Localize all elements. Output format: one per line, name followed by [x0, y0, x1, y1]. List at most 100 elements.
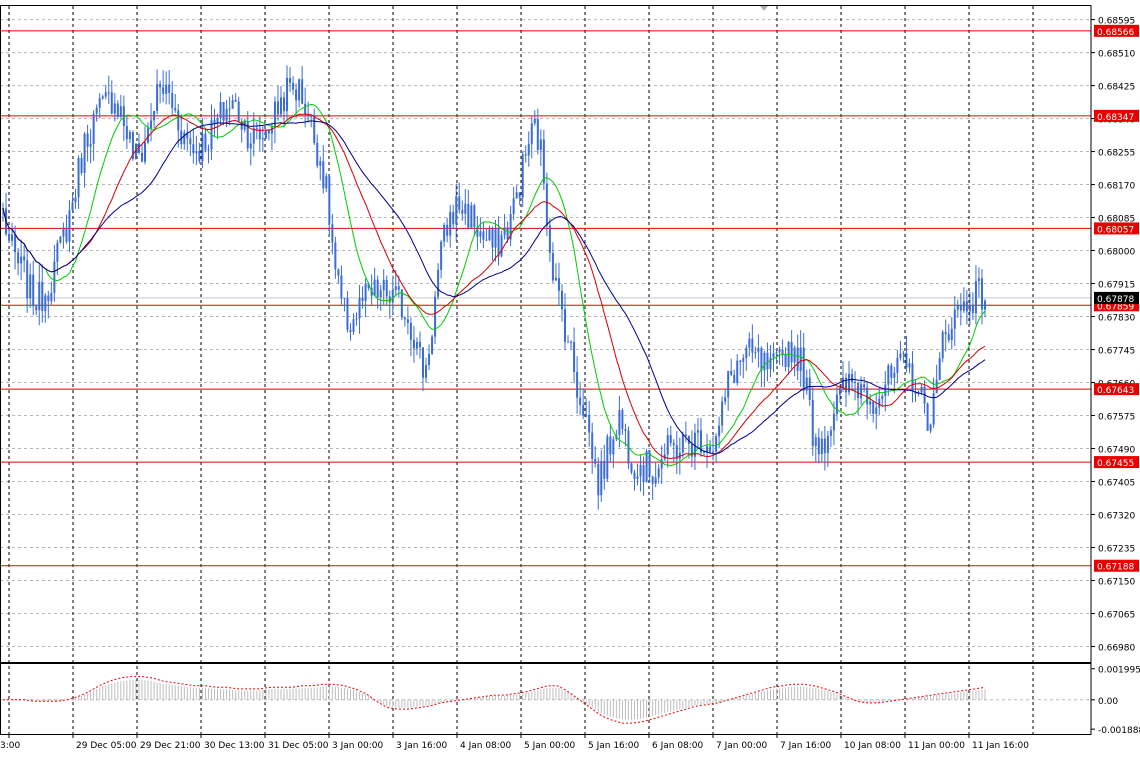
candle-body	[980, 278, 983, 310]
current-price-label: 0.67878	[1097, 295, 1134, 305]
price-tick-label: 0.68170	[1098, 182, 1135, 192]
price-axis: 0.685950.685100.684250.683400.682550.681…	[1091, 17, 1140, 736]
candle-body	[542, 139, 545, 184]
candle-body	[938, 358, 941, 380]
candle-body	[642, 465, 645, 482]
candle-body	[497, 228, 500, 257]
candle-body	[156, 83, 159, 111]
candle-body	[20, 256, 23, 264]
candle-body	[920, 386, 923, 393]
candle-body	[349, 329, 352, 332]
candle-body	[633, 472, 636, 479]
candle-body	[811, 399, 814, 447]
candle-body	[44, 295, 47, 312]
candle-body	[808, 377, 811, 400]
time-tick-label: 7 Jan 16:00	[780, 741, 832, 751]
candle-body	[292, 82, 295, 90]
price-tick-label: 0.67745	[1098, 347, 1135, 357]
candle-body	[896, 357, 899, 373]
candle-body	[908, 363, 911, 368]
candle-body	[835, 394, 838, 414]
candle-body	[826, 435, 829, 454]
candle-body	[757, 347, 760, 352]
candle-body	[929, 424, 932, 431]
level-price-label: 0.67643	[1097, 386, 1134, 396]
candle-body	[95, 107, 98, 114]
candle-body	[59, 236, 62, 243]
time-tick-label: 3:00	[0, 741, 20, 751]
candle-body	[38, 281, 41, 311]
candle-body	[415, 341, 418, 349]
candle-body	[570, 341, 573, 343]
candle-body	[539, 139, 542, 151]
price-tick-label: 0.67235	[1098, 544, 1135, 554]
candle-body	[799, 347, 802, 371]
candle-body	[554, 278, 557, 281]
candle-body	[192, 144, 195, 154]
candle-body	[17, 252, 20, 264]
price-chart[interactable]: 0.685950.685100.684250.683400.682550.681…	[0, 0, 1140, 757]
candle-body	[165, 84, 168, 94]
candle-body	[283, 97, 286, 112]
candle-body	[412, 339, 415, 349]
candle-body	[521, 154, 524, 198]
candle-body	[944, 332, 947, 335]
candle-body	[739, 360, 742, 362]
candle-body	[588, 415, 591, 433]
candle-body	[467, 203, 470, 228]
candle-body	[195, 151, 198, 154]
candle-body	[953, 309, 956, 329]
level-price-label: 0.67455	[1097, 459, 1134, 469]
candle-body	[473, 205, 476, 228]
candle-body	[479, 231, 482, 237]
grid	[0, 6, 1091, 734]
candle-body	[872, 401, 875, 414]
chart-frame	[0, 5, 1092, 735]
candle-body	[391, 290, 394, 303]
candle-body	[527, 143, 530, 156]
candle-body	[409, 322, 412, 340]
candle-body	[174, 107, 177, 111]
candle-body	[140, 152, 143, 162]
candle-body	[319, 161, 322, 166]
candle-body	[255, 128, 258, 130]
candle-body	[984, 300, 986, 310]
candle-body	[709, 446, 712, 452]
candle-body	[264, 129, 267, 139]
candle-body	[464, 203, 467, 214]
candle-body	[869, 401, 872, 405]
candle-body	[373, 279, 376, 296]
candle-body	[573, 342, 576, 372]
price-tick-label: 0.67830	[1098, 314, 1135, 324]
candle-body	[346, 297, 349, 330]
candle-body	[104, 92, 107, 97]
candle-body	[219, 102, 222, 119]
candle-body	[911, 363, 914, 392]
candle-body	[866, 387, 869, 405]
candle-body	[736, 360, 739, 383]
level-price-label: 0.68057	[1097, 225, 1134, 235]
candle-body	[681, 434, 684, 453]
candle-body	[328, 176, 331, 225]
candle-body	[222, 102, 225, 121]
candle-body	[153, 110, 156, 121]
candle-body	[189, 138, 192, 145]
osc-tick-label: 0.00	[1098, 697, 1118, 707]
time-tick-label: 5 Jan 00:00	[524, 741, 576, 751]
level-price-label: 0.68566	[1097, 28, 1134, 38]
candle-body	[494, 228, 497, 248]
candle-body	[295, 89, 298, 101]
candle-body	[947, 334, 950, 341]
candle-body	[515, 192, 518, 199]
candle-body	[603, 461, 606, 479]
time-axis: 3:00 29 Dec 05:00 29 Dec 21:00 30 Dec 13:00…	[0, 734, 1029, 751]
candle-body	[89, 144, 92, 147]
candle-body	[144, 142, 147, 162]
candle-body	[817, 437, 820, 455]
candle-body	[594, 458, 597, 464]
candle-body	[443, 224, 446, 242]
price-tick-label: 0.67405	[1098, 479, 1135, 489]
candle-body	[781, 349, 784, 355]
candle-body	[35, 306, 38, 311]
price-tick-label: 0.67150	[1098, 577, 1135, 587]
